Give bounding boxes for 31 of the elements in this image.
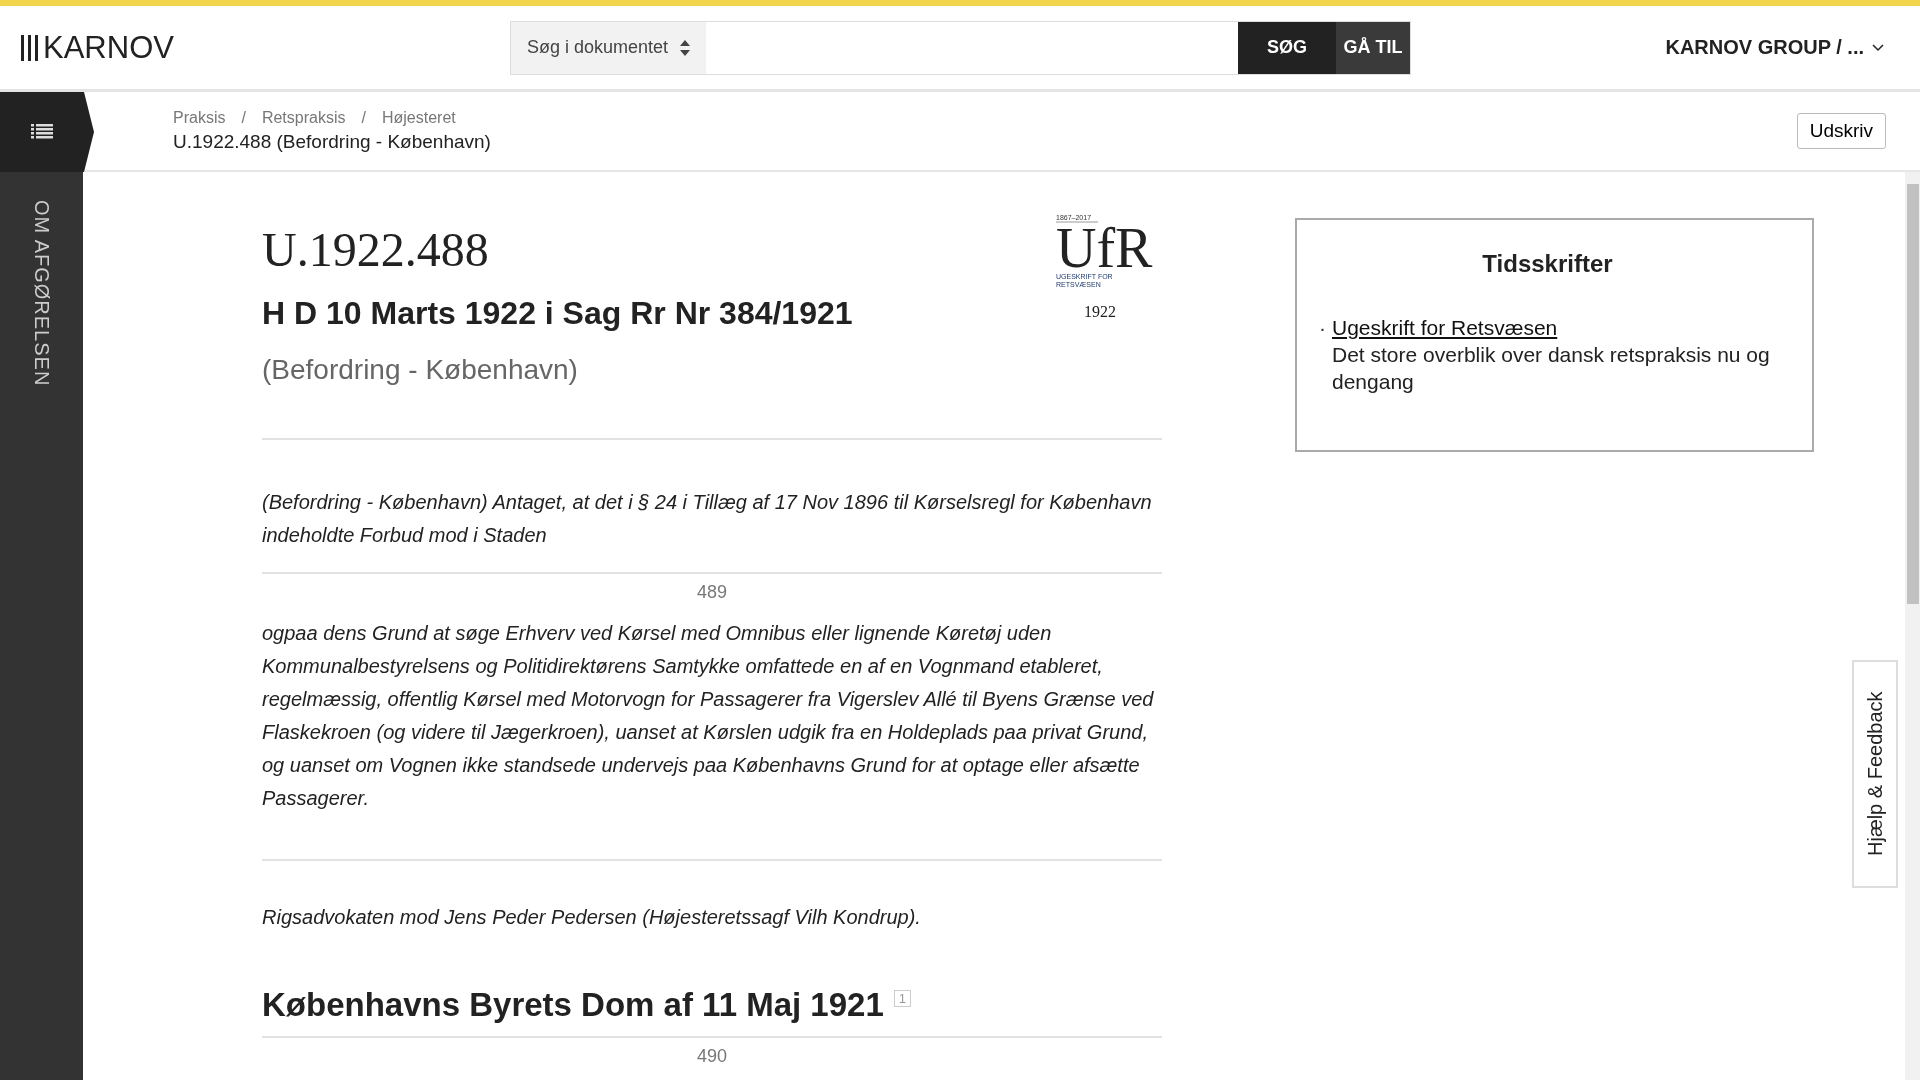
panel-title: Tidsskrifter [1481, 250, 1614, 278]
summary-paragraph: (Befordring - København) Antaget, at det i § 24 i Tillæg af 17 Nov 1896 til Kørselsregl for København indeholdte Forbud mod i Staden [262, 490, 1153, 548]
emblem-year: 1922 [1084, 303, 1117, 321]
page-number: 489 [695, 582, 728, 603]
document-title: U.1922.488 [262, 222, 490, 277]
section-heading: Københavns Byrets Dom af 11 Maj 1921 [262, 986, 884, 1024]
emblem-mark: UfR [1056, 223, 1154, 273]
sidebar-tab[interactable]: OM AFGØRELSEN [30, 200, 53, 387]
breadcrumb-link[interactable]: Retspraksis [261, 109, 346, 127]
feedback-tab[interactable]: Hjælp & Feedback [1852, 660, 1898, 888]
logo-bars-icon [20, 34, 40, 61]
document-subtitle: H D 10 Marts 1922 i Sag Rr Nr 384/1921 [262, 295, 853, 332]
journal-description: Det store overblik over dansk retspraksis nu og dengang [1332, 342, 1771, 395]
scrollbar[interactable] [1905, 172, 1920, 1080]
bullet-icon: · [1319, 314, 1326, 395]
list-icon [30, 124, 53, 140]
page-number: 490 [695, 1046, 728, 1067]
parties-line: Rigsadvokaten mod Jens Peder Pedersen (Højesteretssagf Vilh Kondrup). [262, 905, 922, 930]
print-button[interactable]: Udskriv [1796, 113, 1886, 149]
document-topic: (Befordring - København) [262, 354, 579, 386]
body-paragraph: ogpaa dens Grund at søge Erhverv ved Kørsel med Omnibus eller lignende Køretøj uden Kommunalbestyrelsens og Politidirektørens Samtykke omfattede en af en Vognmand etableret, regelmæssig, offentlig Kørsel med Motorvogn for Passagerer fra Vigerslev Allé til Byens Grænse ved Flaskekroen (og videre til Jægerkroen), uanset at Kørslen udgik fra en Holdeplads paa privat Grund, og uanset om Vognen ikke standsede undervejs paa Københavns Grund for at optage eller afsætte Passagerer. [262, 621, 1155, 811]
breadcrumb-separator: / [241, 109, 246, 127]
journal-link[interactable]: Ugeskrift for Retsvæsen [1332, 314, 1558, 341]
account-menu[interactable]: KARNOV GROUP / ... [1659, 35, 1890, 60]
logo-text[interactable]: KARNOV [43, 29, 174, 66]
chevron-down-icon [1872, 43, 1884, 52]
breadcrumb-link[interactable]: Praksis [173, 109, 226, 127]
arrow-tab-icon [83, 92, 95, 172]
document-path-title: U.1922.488 (Befordring - København) [173, 131, 491, 153]
breadcrumb-separator: / [361, 109, 366, 127]
breadcrumb-link[interactable]: Højesteret [381, 109, 456, 127]
